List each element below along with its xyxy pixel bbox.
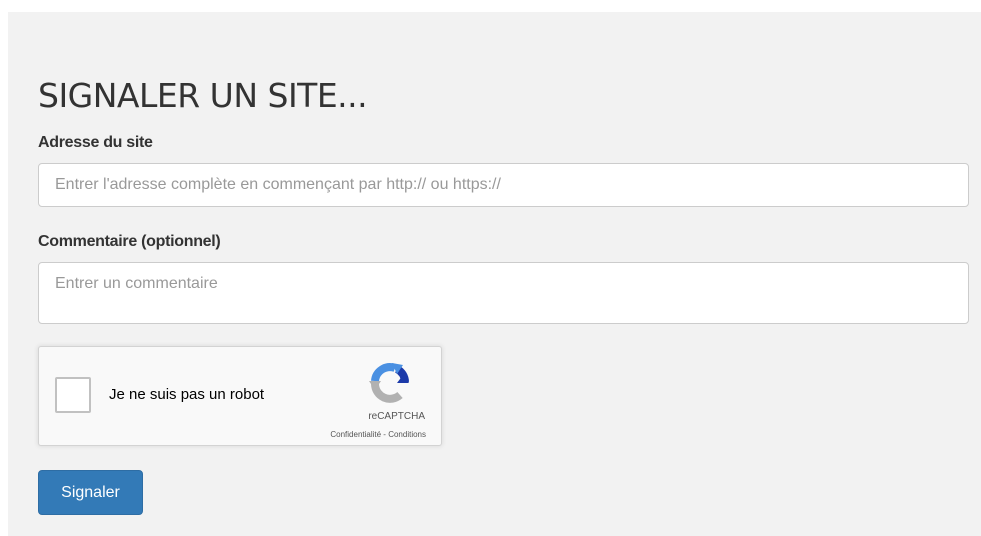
terms-link[interactable]: Conditions: [388, 430, 426, 439]
privacy-link[interactable]: Confidentialité: [330, 430, 381, 439]
comment-label: Commentaire (optionnel): [38, 233, 221, 250]
url-label: Adresse du site: [38, 134, 153, 151]
url-input[interactable]: [38, 163, 969, 207]
page-title: SIGNALER UN SITE...: [38, 76, 368, 115]
submit-report-button[interactable]: Signaler: [38, 470, 143, 515]
recaptcha-widget: Je ne suis pas un robot reCAPTCHA Confid…: [38, 346, 442, 446]
recaptcha-links: Confidentialité - Conditions: [330, 430, 426, 439]
comment-textarea[interactable]: [38, 262, 969, 324]
recaptcha-checkbox-label: Je ne suis pas un robot: [109, 386, 265, 403]
recaptcha-logo-icon: [369, 363, 409, 403]
recaptcha-checkbox[interactable]: [55, 377, 91, 413]
recaptcha-brand: reCAPTCHA: [368, 411, 425, 422]
